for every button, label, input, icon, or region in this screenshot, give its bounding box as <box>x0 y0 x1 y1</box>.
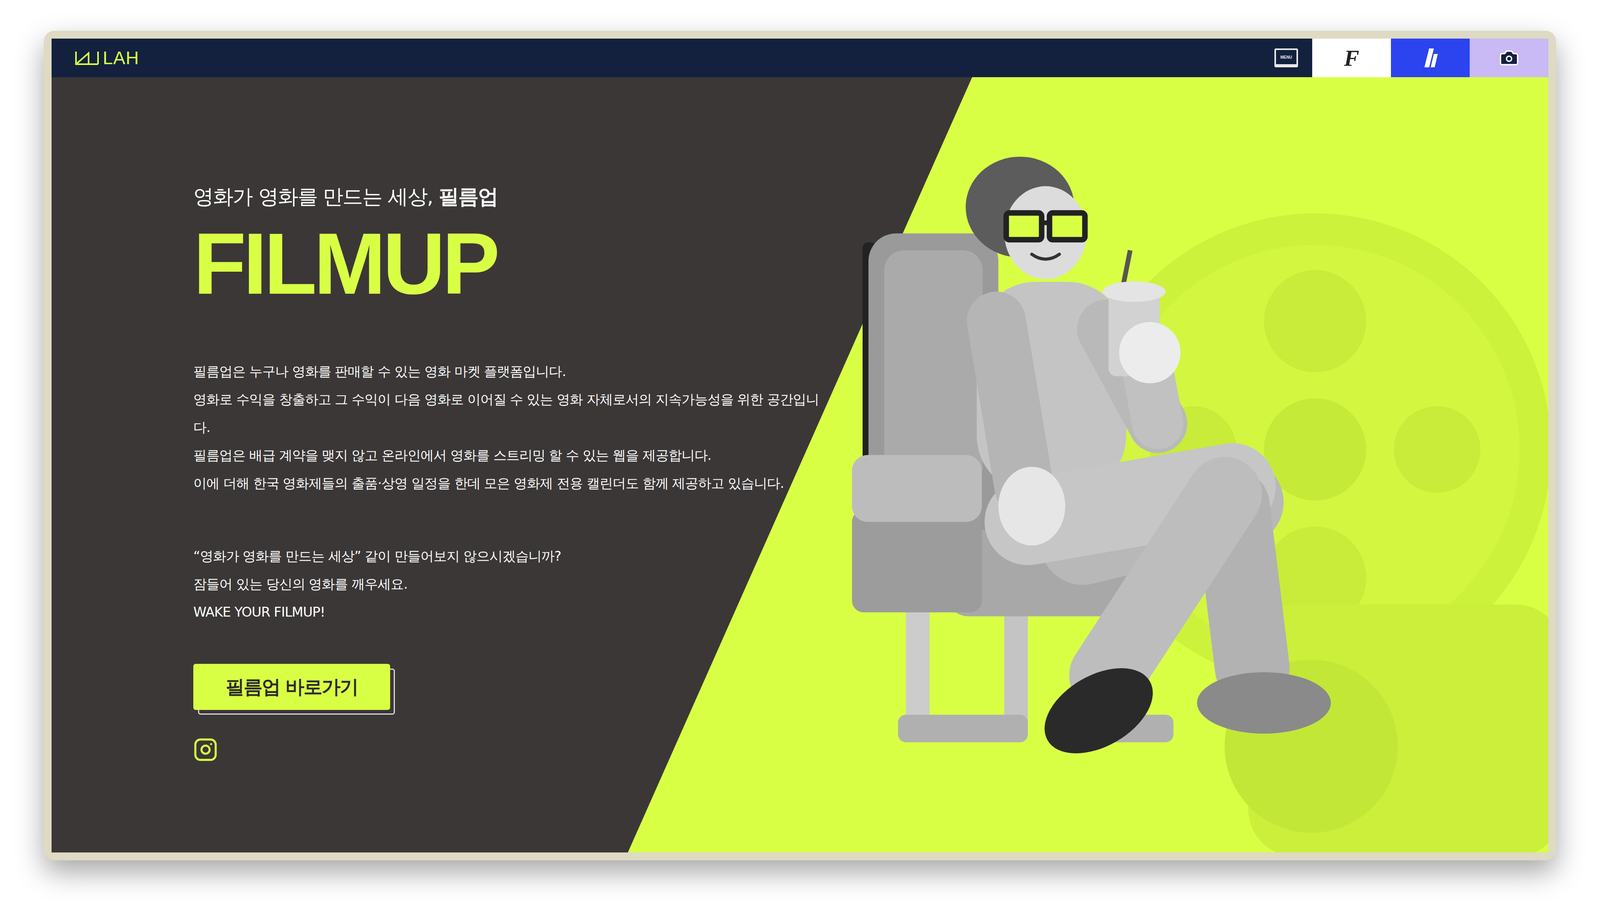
description: 필름업은 누구나 영화를 판매할 수 있는 영화 마켓 플랫폼입니다.영화로 수… <box>193 357 824 498</box>
tab-letter: F <box>1344 44 1360 72</box>
clapper-icon <box>1420 46 1441 69</box>
logo-text: LAH <box>102 47 139 69</box>
description-line: 필름업은 배급 계약을 맺지 않고 온라인에서 영화를 스트리밍 할 수 있는 … <box>193 441 824 470</box>
logo-icon <box>74 50 100 66</box>
hero: 영화가 영화를 만드는 세상, 필름업 FILMUP 필름업은 누구나 영화를 판매… <box>51 77 1549 853</box>
description-line: 영화로 수익을 창출하고 그 수익이 다음 영화로 이어질 수 있는 영화 자체… <box>193 385 824 442</box>
hero-content: 영화가 영화를 만드는 세상, 필름업 FILMUP 필름업은 누구나 영화를 판매… <box>51 77 847 853</box>
cta-button[interactable]: 필름업 바로가기 <box>193 663 391 710</box>
clapper-tab[interactable] <box>1390 38 1470 78</box>
quote-line: WAKE YOUR FILMUP! <box>193 598 562 626</box>
tagline: 영화가 영화를 만드는 세상, 필름업 <box>193 184 498 209</box>
description-line: 이에 더해 한국 영화제들의 출품·상영 일정을 한데 모은 영화제 전용 캘린… <box>193 469 824 498</box>
camera-icon <box>1498 47 1520 69</box>
camera-tab[interactable] <box>1469 38 1549 78</box>
description-line: 필름업은 누구나 영화를 판매할 수 있는 영화 마켓 플랫폼입니다. <box>193 357 824 386</box>
menu-icon: MENU <box>1274 48 1299 68</box>
page: LAH MENU F 영화가 영화를 만드는 세상, 필름업 FILMUP 필름업은 누구… <box>0 0 1600 919</box>
menu-button[interactable]: MENU <box>1260 38 1313 78</box>
logo[interactable]: LAH <box>51 38 139 78</box>
instagram-link[interactable] <box>193 737 218 762</box>
letter-tab[interactable]: F <box>1312 38 1391 78</box>
hero-art <box>846 77 1549 853</box>
person <box>965 156 1332 771</box>
hero-title: FILMUP <box>193 220 497 308</box>
instagram-icon <box>193 737 218 762</box>
cta-wrapper: 필름업 바로가기 <box>193 663 391 710</box>
browser-window: LAH MENU F 영화가 영화를 만드는 세상, 필름업 FILMUP 필름업은 누구… <box>43 30 1557 861</box>
quote: “영화가 영화를 만드는 세상” 같이 만들어보지 않으시겠습니까?잠들어 있는… <box>193 542 562 626</box>
cinema-illustration <box>846 77 1549 853</box>
top-nav: LAH MENU F <box>51 38 1549 78</box>
quote-line: 잠들어 있는 당신의 영화를 깨우세요. <box>193 570 562 599</box>
quote-line: “영화가 영화를 만드는 세상” 같이 만들어보지 않으시겠습니까? <box>193 542 562 571</box>
